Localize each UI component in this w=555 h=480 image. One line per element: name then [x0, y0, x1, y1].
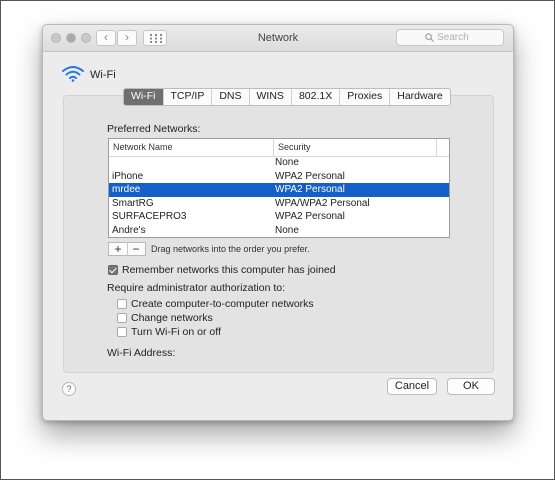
table-row[interactable]: Andre's None — [109, 224, 449, 238]
wifi-icon — [62, 66, 84, 82]
column-security[interactable]: Security — [278, 142, 311, 152]
table-row[interactable]: iPhone WPA2 Personal — [109, 170, 449, 184]
network-preferences-window: ‹ › Network Search Wi-Fi Wi-Fi TCP/IP DN… — [42, 24, 514, 421]
toggle-wifi-label[interactable]: Turn Wi-Fi on or off — [131, 326, 221, 338]
network-name: iPhone — [112, 170, 144, 182]
table-row[interactable]: None — [109, 156, 449, 170]
tab-tcpip[interactable]: TCP/IP — [162, 89, 212, 105]
tab-bar: Wi-Fi TCP/IP DNS WINS 802.1X Proxies Har… — [123, 88, 451, 106]
tab-hardware[interactable]: Hardware — [389, 89, 450, 105]
column-divider — [273, 139, 274, 156]
search-field[interactable]: Search — [396, 29, 504, 46]
table-row-selected[interactable]: mrdee WPA2 Personal — [109, 183, 449, 197]
tab-proxies[interactable]: Proxies — [339, 89, 389, 105]
search-icon — [425, 33, 434, 42]
network-security: None — [275, 157, 299, 168]
add-network-button[interactable]: + — [109, 242, 128, 256]
remember-networks-checkbox[interactable] — [108, 265, 118, 275]
network-security: WPA2 Personal — [275, 211, 345, 222]
column-divider — [436, 139, 437, 156]
create-networks-label[interactable]: Create computer-to-computer networks — [131, 298, 314, 310]
admin-auth-label: Require administrator authorization to: — [107, 282, 286, 294]
remove-network-button[interactable]: − — [127, 242, 145, 256]
help-icon: ? — [66, 384, 72, 394]
network-name: Andre's — [112, 224, 146, 236]
table-header: Network Name Security — [109, 139, 449, 157]
table-row[interactable]: SmartRG WPA/WPA2 Personal — [109, 197, 449, 211]
network-security: WPA2 Personal — [275, 170, 345, 182]
cancel-button[interactable]: Cancel — [387, 378, 437, 395]
network-name: SmartRG — [112, 197, 154, 209]
create-networks-checkbox[interactable] — [117, 299, 127, 309]
tab-dns[interactable]: DNS — [211, 89, 248, 105]
add-remove-control: + − — [108, 242, 146, 256]
title-bar: ‹ › Network Search — [43, 25, 513, 52]
help-button[interactable]: ? — [62, 382, 76, 396]
section-title: Wi-Fi — [90, 69, 116, 81]
drag-hint: Drag networks into the order you prefer. — [151, 244, 310, 254]
tab-wins[interactable]: WINS — [248, 89, 291, 105]
table-row[interactable]: SURFACEPRO3 WPA2 Personal — [109, 210, 449, 224]
network-security: WPA2 Personal — [275, 184, 345, 195]
preferred-networks-label: Preferred Networks: — [107, 123, 201, 135]
preferred-networks-table[interactable]: Network Name Security None iPhone WPA2 P… — [108, 138, 450, 238]
ok-button[interactable]: OK — [447, 378, 495, 395]
network-name: SURFACEPRO3 — [112, 211, 187, 222]
column-network-name[interactable]: Network Name — [113, 142, 173, 152]
change-networks-checkbox[interactable] — [117, 313, 127, 323]
network-security: None — [275, 224, 299, 236]
change-networks-label[interactable]: Change networks — [131, 312, 213, 324]
toggle-wifi-checkbox[interactable] — [117, 327, 127, 337]
network-name: mrdee — [112, 184, 141, 195]
tab-wifi[interactable]: Wi-Fi — [124, 89, 163, 105]
search-placeholder: Search — [437, 32, 469, 43]
network-security: WPA/WPA2 Personal — [275, 197, 370, 209]
remember-networks-label[interactable]: Remember networks this computer has join… — [122, 264, 336, 276]
wifi-address-label: Wi-Fi Address: — [107, 347, 176, 359]
tab-8021x[interactable]: 802.1X — [290, 89, 339, 105]
